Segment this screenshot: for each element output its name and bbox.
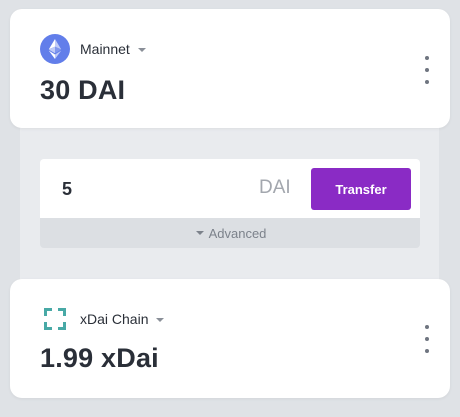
unit-label: DAI (259, 177, 291, 198)
amount-input[interactable] (62, 175, 232, 203)
more-options-button[interactable] (421, 325, 433, 353)
xdai-card: xDai Chain 1.99 xDai (10, 279, 450, 398)
network-name: xDai Chain (80, 311, 149, 327)
kebab-dot (425, 325, 429, 329)
xdai-icon (40, 304, 70, 334)
caret-down-icon (195, 231, 204, 235)
mainnet-card: Mainnet 30 DAI (10, 9, 450, 128)
network-selector-xdai[interactable]: xDai Chain (40, 303, 165, 335)
balance-amount: 1.99 xDai (40, 343, 159, 373)
ethereum-icon (40, 34, 70, 64)
kebab-dot (425, 80, 429, 84)
balance-amount: 30 DAI (40, 75, 126, 105)
transfer-form: DAI Transfer (40, 159, 420, 218)
kebab-dot (425, 337, 429, 341)
kebab-dot (425, 349, 429, 353)
kebab-dot (425, 68, 429, 72)
kebab-dot (425, 56, 429, 60)
transfer-button[interactable]: Transfer (311, 168, 411, 210)
advanced-label: Advanced (208, 225, 267, 241)
network-selector-mainnet[interactable]: Mainnet (40, 33, 146, 65)
advanced-toggle[interactable]: Advanced (40, 218, 420, 248)
chevron-down-icon (137, 47, 146, 52)
more-options-button[interactable] (421, 56, 433, 84)
chevron-down-icon (156, 317, 165, 322)
network-name: Mainnet (80, 41, 130, 57)
